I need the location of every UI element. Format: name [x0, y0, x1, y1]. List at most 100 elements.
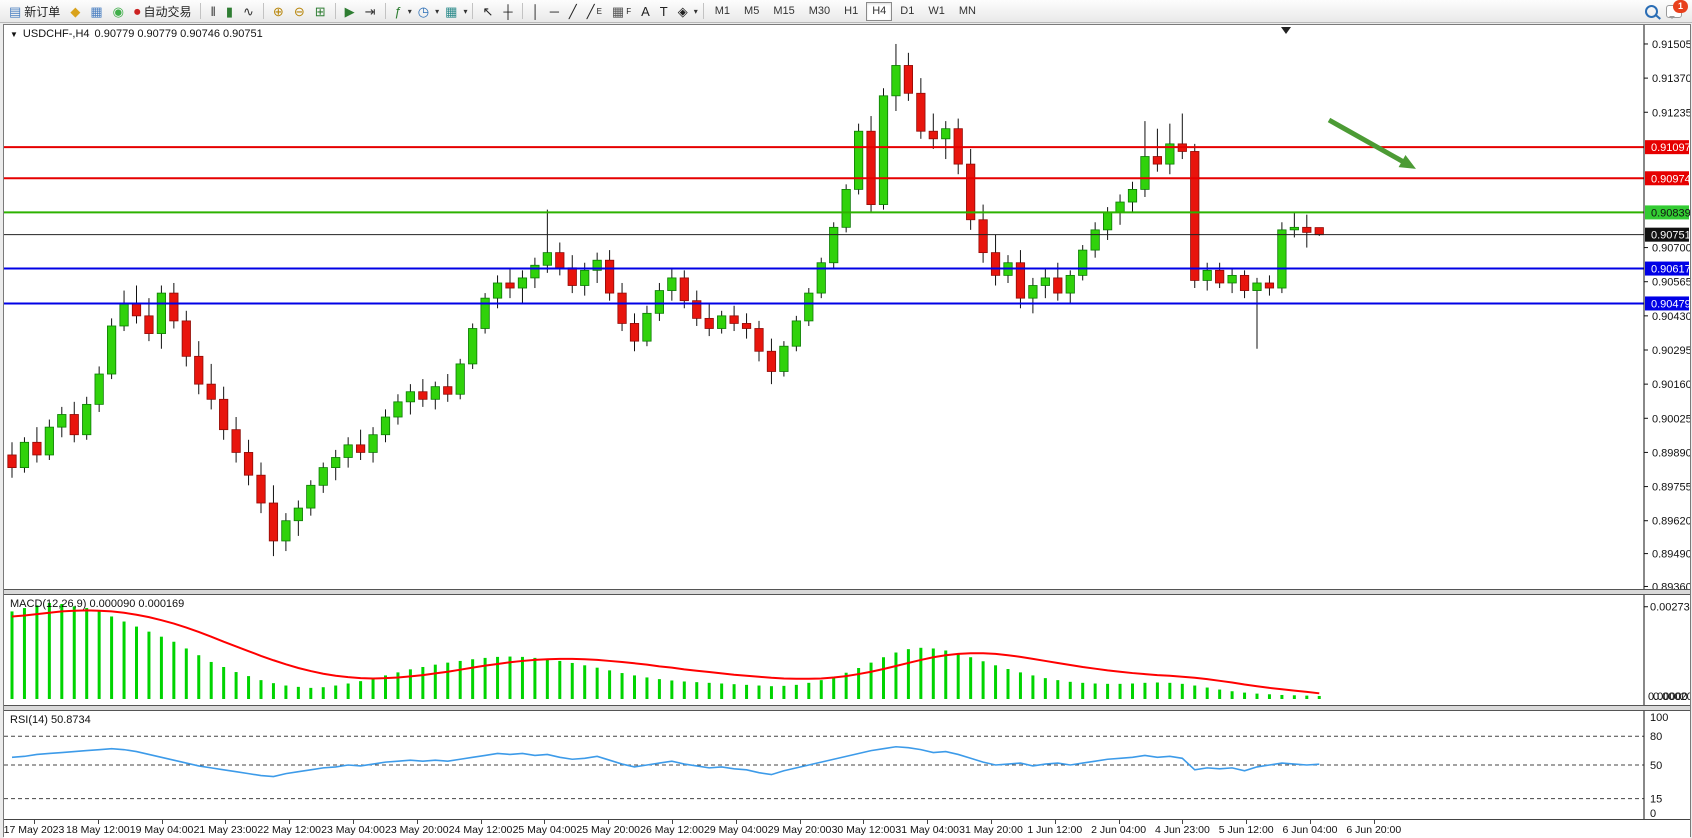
chart-shift-button[interactable]: ⇥	[360, 1, 381, 22]
autotrade-label: 自动交易	[143, 3, 191, 20]
toolbar-separator	[472, 3, 473, 19]
signal-button[interactable]: ◉	[108, 1, 129, 22]
templates-icon: ▦	[445, 5, 457, 18]
indicators-button[interactable]: ƒ	[390, 1, 407, 22]
new-order-button[interactable]: ▤新订单	[4, 1, 65, 22]
notifications-icon[interactable]: 1	[1666, 5, 1682, 18]
candlestick-button[interactable]: ▮	[221, 1, 238, 22]
arrows-icon: ◈	[678, 5, 688, 18]
macd-indicator-pane[interactable]: MACD(12,26,9) 0.000090 0.000169 0.002739…	[4, 595, 1690, 705]
timeframe-button-h1[interactable]: H1	[838, 2, 864, 21]
time-axis[interactable]: 17 May 202318 May 12:0019 May 04:0021 Ma…	[4, 819, 1690, 838]
time-axis-label: 2 Jun 04:00	[1091, 824, 1146, 836]
toolbar-separator	[703, 3, 704, 19]
candlestick-chart[interactable]: 0.915050.913700.912350.907000.905650.904…	[4, 25, 1690, 589]
mt4-application: ▤新订单◆▦◉⏺自动交易‖▮∿⊕⊖⊞▶⇥ƒ▾◷▾▦▾↖┼│─╱╱E▦FAT◈▾M…	[0, 0, 1692, 838]
cursor-icon: ↖	[482, 5, 493, 18]
time-axis-label: 26 May 12:00	[640, 824, 704, 836]
price-axis-tick: 0.90025	[1652, 413, 1690, 425]
timeframe-button-mn[interactable]: MN	[953, 2, 982, 21]
templates-dropdown-caret[interactable]: ▾	[462, 7, 468, 16]
time-axis-label: 31 May 20:00	[959, 824, 1023, 836]
time-axis-label: 4 Jun 23:00	[1155, 824, 1210, 836]
trendline-button[interactable]: ╱	[564, 1, 582, 22]
price-axis-tick: 0.89620	[1652, 516, 1690, 528]
time-axis-label: 23 May 20:00	[385, 824, 449, 836]
rsi-indicator-pane[interactable]: RSI(14) 50.8734 1008050150	[4, 711, 1690, 819]
autotrade-icon: ⏺	[134, 5, 141, 18]
price-axis-tick: 0.91235	[1652, 107, 1690, 119]
toolbar-separator	[385, 3, 386, 19]
horizontal-line-icon: ─	[550, 5, 559, 18]
periods-button[interactable]: ◷	[413, 1, 434, 22]
zoom-in-button[interactable]: ⊕	[268, 1, 289, 22]
market-watch-icon: ▦	[90, 5, 102, 18]
trendline-icon: ╱	[569, 5, 577, 18]
price-level-label: 0.90479	[1651, 298, 1690, 310]
timeframe-button-d1[interactable]: D1	[894, 2, 920, 21]
time-axis-label: 6 Jun 04:00	[1283, 824, 1338, 836]
market-watch-button[interactable]: ▦	[85, 1, 107, 22]
annotation-arrow[interactable]	[1329, 120, 1409, 165]
search-icon[interactable]	[1645, 5, 1658, 18]
fibonacci-button[interactable]: ▦F	[607, 1, 636, 22]
rsi-chart[interactable]: 1008050150	[4, 711, 1690, 819]
zoom-out-button[interactable]: ⊖	[289, 1, 310, 22]
time-axis-label: 5 Jun 12:00	[1219, 824, 1274, 836]
time-axis-label: 1 Jun 12:00	[1027, 824, 1082, 836]
templates-button[interactable]: ▦	[440, 1, 462, 22]
chart-ohlc-values: 0.90779 0.90779 0.90746 0.90751	[95, 28, 263, 40]
equidistant-channel-button[interactable]: ╱E	[582, 1, 607, 22]
cursor-button[interactable]: ↖	[477, 1, 498, 22]
equidistant-channel-icon: ╱	[587, 5, 595, 18]
time-axis-label: 25 May 04:00	[513, 824, 577, 836]
text-icon: A	[641, 5, 650, 18]
crosshair-icon: ┼	[503, 5, 512, 18]
text-label-button[interactable]: T	[655, 1, 673, 22]
timeframe-button-w1[interactable]: W1	[922, 2, 951, 21]
arrows-dropdown-caret[interactable]: ▾	[693, 7, 699, 16]
crosshair-button[interactable]: ┼	[498, 1, 517, 22]
timeframe-button-m15[interactable]: M15	[767, 2, 800, 21]
new-order-label: 新订单	[24, 3, 60, 20]
periods-icon: ◷	[418, 5, 429, 18]
chart-shift-marker[interactable]	[1281, 27, 1291, 34]
time-axis-label: 6 Jun 20:00	[1346, 824, 1401, 836]
tile-windows-button[interactable]: ⊞	[310, 1, 331, 22]
indicators-icon: ƒ	[395, 5, 402, 18]
new-order-icon: ▤	[9, 5, 21, 18]
price-axis-tick: 0.89360	[1652, 581, 1690, 589]
text-button[interactable]: A	[636, 1, 655, 22]
price-level-label: 0.90617	[1651, 264, 1690, 276]
chart-symbol-period: USDCHF-,H4	[23, 28, 90, 40]
arrows-button[interactable]: ◈	[673, 1, 693, 22]
time-axis-label: 29 May 04:00	[704, 824, 768, 836]
auto-scroll-button[interactable]: ▶	[340, 1, 360, 22]
fibonacci-icon: ▦	[612, 5, 624, 18]
bar-chart-button[interactable]: ‖	[205, 1, 220, 22]
tool-subletter: E	[597, 7, 602, 16]
indicators-dropdown-caret[interactable]: ▾	[407, 7, 413, 16]
timeframe-button-m30[interactable]: M30	[803, 2, 836, 21]
line-chart-button[interactable]: ∿	[238, 1, 259, 22]
chart-window: ▼ USDCHF-,H4 0.90779 0.90779 0.90746 0.9…	[3, 24, 1691, 837]
macd-chart[interactable]: 0.0027390.000000.000202	[4, 595, 1690, 705]
notification-badge: 1	[1673, 0, 1688, 13]
time-axis-label: 21 May 23:00	[194, 824, 258, 836]
chart-title: ▼ USDCHF-,H4 0.90779 0.90779 0.90746 0.9…	[10, 28, 263, 40]
timeframe-button-m1[interactable]: M1	[709, 2, 736, 21]
line-chart-icon: ∿	[243, 5, 254, 18]
horizontal-line-button[interactable]: ─	[545, 1, 564, 22]
price-chart-pane[interactable]: ▼ USDCHF-,H4 0.90779 0.90779 0.90746 0.9…	[4, 25, 1690, 589]
timeframe-button-h4[interactable]: H4	[866, 2, 892, 21]
rsi-axis-label: 100	[1650, 712, 1668, 724]
collapse-triangle-icon[interactable]: ▼	[10, 30, 18, 39]
gold-button[interactable]: ◆	[65, 1, 85, 22]
rsi-label: RSI(14) 50.8734	[10, 714, 91, 726]
autotrade-button[interactable]: ⏺自动交易	[129, 1, 197, 22]
macd-axis-level-label: 0.000202	[1653, 691, 1690, 703]
vertical-line-button[interactable]: │	[527, 1, 545, 22]
timeframe-button-m5[interactable]: M5	[738, 2, 765, 21]
time-axis-label: 17 May 2023	[4, 824, 65, 836]
tile-windows-icon: ⊞	[315, 5, 326, 18]
